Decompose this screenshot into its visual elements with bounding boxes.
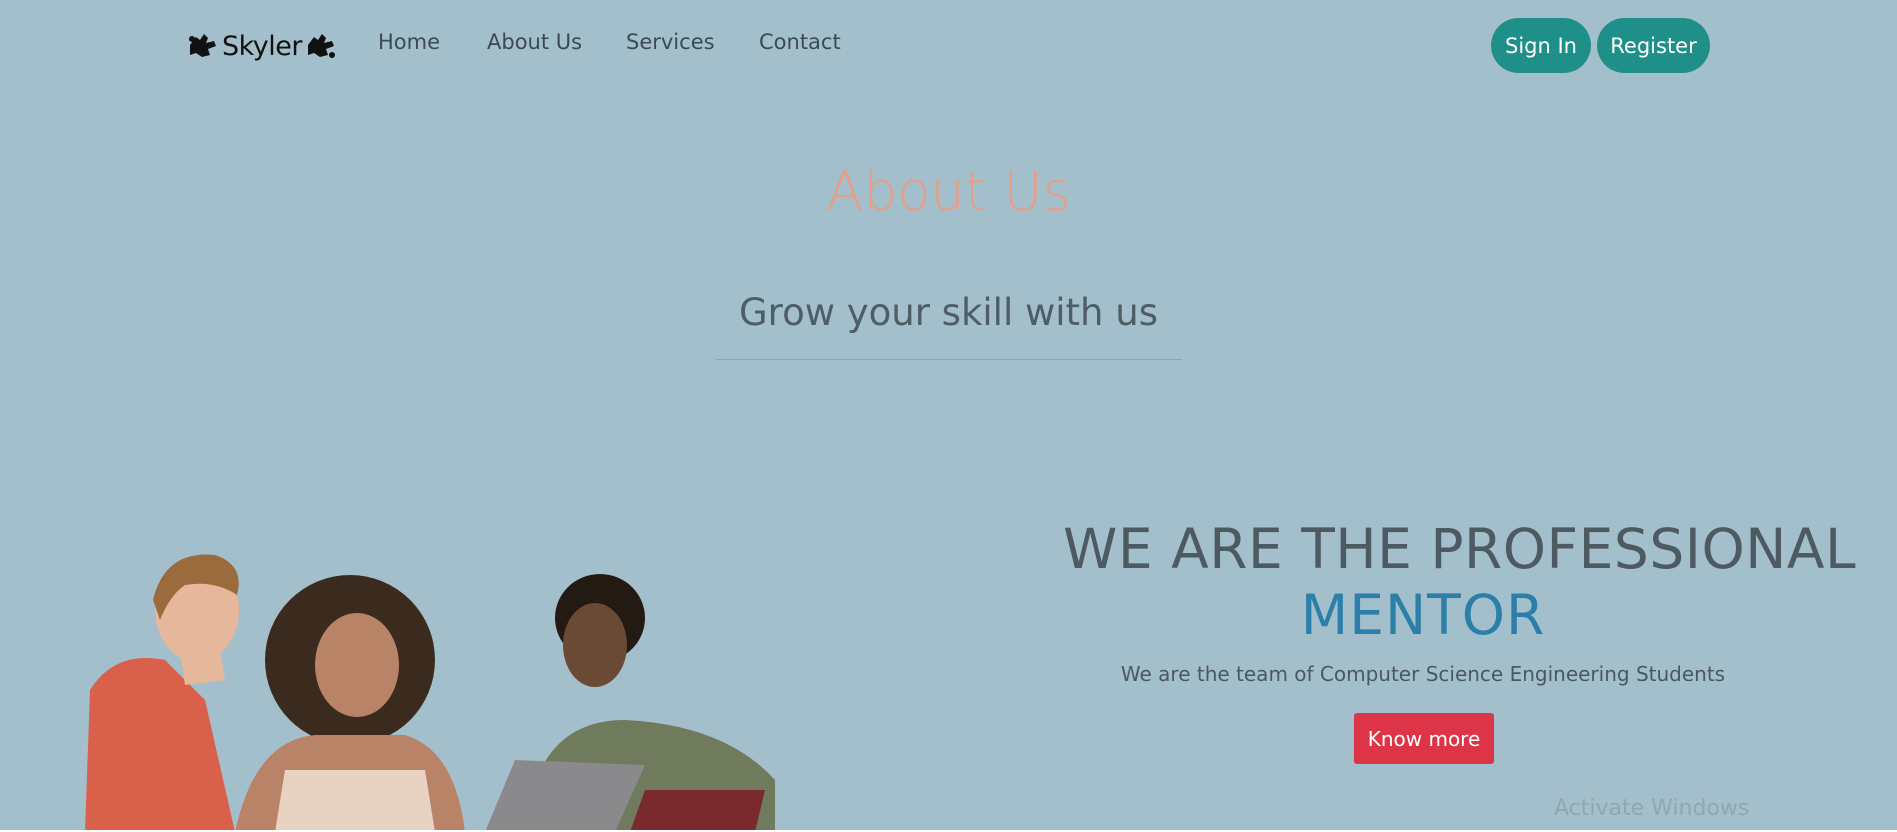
hand-sign-icon	[189, 34, 216, 57]
nav-about-us[interactable]: About Us	[487, 30, 582, 54]
hero-heading: WE ARE THE PROFESSIONAL	[1063, 517, 1857, 581]
laptop-red	[630, 790, 765, 830]
hand-sign-icon	[308, 34, 336, 58]
page-background: Skyler Home About Us Services Contact Si…	[0, 0, 1897, 830]
know-more-button[interactable]: Know more	[1354, 713, 1494, 764]
person-right-face	[563, 603, 627, 687]
nav-contact[interactable]: Contact	[759, 30, 841, 54]
hero-heading-highlight: MENTOR	[1300, 583, 1546, 647]
nav-home[interactable]: Home	[378, 30, 440, 54]
page-subtitle: Grow your skill with us	[739, 291, 1158, 334]
hero-description: We are the team of Computer Science Engi…	[1120, 662, 1726, 686]
page-title: About Us	[826, 160, 1071, 223]
section-divider	[716, 359, 1182, 360]
person-center-top	[275, 770, 435, 830]
person-center-face	[315, 613, 399, 717]
activate-windows-watermark: Activate Windows	[1554, 796, 1750, 821]
students-photo	[85, 554, 775, 830]
person-left-shirt	[85, 658, 235, 830]
brand-logo[interactable]: Skyler	[186, 28, 338, 64]
nav-services[interactable]: Services	[626, 30, 715, 54]
sign-in-button[interactable]: Sign In	[1491, 18, 1591, 73]
register-button[interactable]: Register	[1597, 18, 1710, 73]
brand-name: Skyler	[222, 30, 303, 62]
